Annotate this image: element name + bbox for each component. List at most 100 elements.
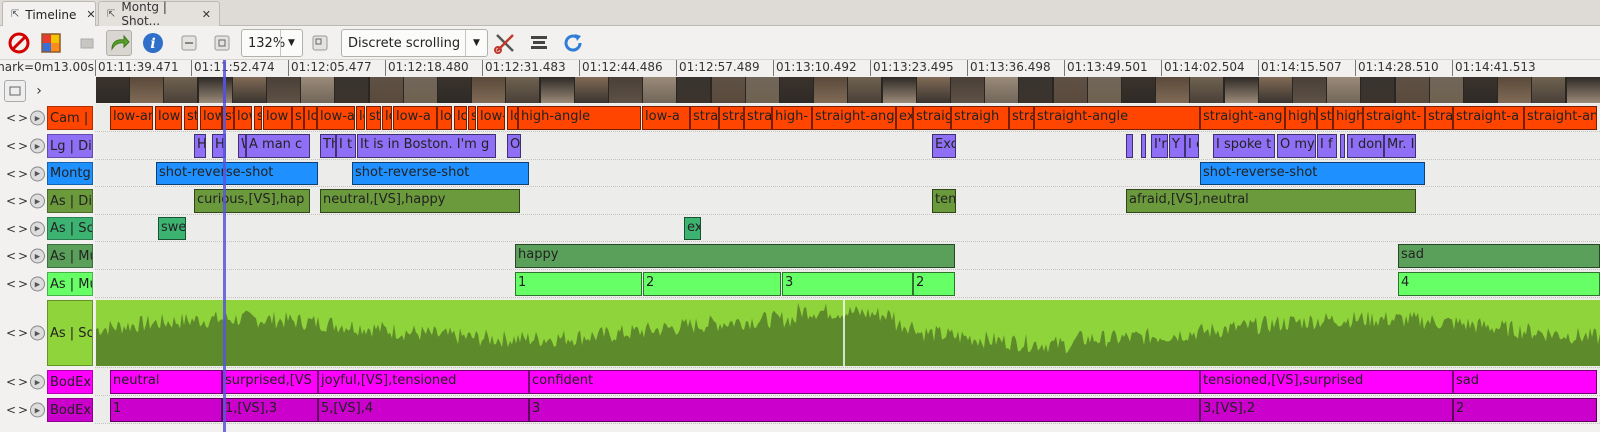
annotation-segment[interactable]: swe — [158, 217, 186, 240]
track-name[interactable]: As | Mu — [47, 244, 93, 268]
video-thumbnail-strip[interactable] — [96, 77, 1600, 103]
annotation-segment[interactable]: 4 — [1398, 272, 1600, 296]
track-name[interactable]: As | Di — [47, 189, 93, 213]
annotation-segment[interactable]: sad — [1453, 370, 1597, 394]
annotation-segment[interactable]: straigh — [951, 106, 1009, 130]
annotation-segment[interactable]: high-angle — [518, 106, 641, 130]
annotation-segment[interactable]: st — [1317, 106, 1333, 130]
track-nav-arrows-icon[interactable]: <> — [6, 249, 30, 263]
close-icon[interactable]: ✕ — [86, 8, 95, 21]
annotation-segment[interactable]: Th — [320, 134, 336, 158]
track-name[interactable]: BodEx — [47, 398, 93, 422]
cut-icon[interactable] — [492, 30, 518, 56]
annotation-segment[interactable]: O — [507, 134, 521, 158]
annotation-segment[interactable]: 1,[VS],3 — [222, 398, 318, 422]
annotation-segment[interactable]: low- — [477, 106, 505, 130]
annotation-segment[interactable]: 3 — [529, 398, 1200, 422]
annotation-segment[interactable]: 2 — [1453, 398, 1597, 422]
annotation-segment[interactable]: ex — [684, 217, 701, 240]
audio-waveform[interactable] — [96, 300, 1600, 366]
color-palette-icon[interactable] — [38, 30, 64, 56]
track-nav-arrows-icon[interactable]: <> — [6, 222, 30, 236]
redo-arrow-icon[interactable] — [106, 30, 132, 56]
scroll-mode-select[interactable]: Discrete scrolling ▼ — [341, 29, 488, 57]
annotation-segment[interactable]: lo — [356, 106, 365, 130]
annotation-segment[interactable]: 5,[VS],4 — [318, 398, 529, 422]
play-icon[interactable]: ▶ — [30, 193, 45, 209]
annotation-segment[interactable] — [1340, 134, 1345, 158]
annotation-segment[interactable]: s — [468, 106, 476, 130]
annotation-segment[interactable]: low-a — [642, 106, 690, 130]
track-name[interactable]: Montg — [47, 162, 93, 185]
annotation-segment[interactable]: high — [1285, 106, 1317, 130]
chevron-down-icon[interactable]: ▼ — [280, 30, 302, 56]
play-icon[interactable]: ▶ — [30, 402, 45, 418]
annotation-segment[interactable]: stra — [1009, 106, 1034, 130]
annotation-segment[interactable]: Y — [1169, 134, 1185, 158]
annotation-segment[interactable]: surprised,[VS — [222, 370, 318, 394]
annotation-segment[interactable]: O my — [1277, 134, 1316, 158]
annotation-segment[interactable]: high — [1333, 106, 1363, 130]
thumbnail-menu-icon[interactable] — [4, 80, 26, 102]
annotation-segment[interactable]: straight-ang — [812, 106, 896, 130]
track-nav-arrows-icon[interactable]: <> — [6, 277, 30, 291]
annotation-segment[interactable]: I f — [1317, 134, 1337, 158]
annotation-segment[interactable] — [1126, 134, 1133, 158]
annotation-segment[interactable]: 1 — [515, 272, 642, 296]
annotation-segment[interactable]: 2 — [913, 272, 955, 296]
tab-montg-shot[interactable]: ⇱ Montg | Shot... ✕ — [98, 0, 220, 28]
tab-timeline[interactable]: ⇱ Timeline ✕ — [2, 1, 96, 27]
annotation-segment[interactable]: straight-an — [1524, 106, 1597, 130]
play-icon[interactable]: ▶ — [30, 110, 45, 126]
annotation-segment[interactable]: ex — [896, 106, 913, 130]
annotation-segment[interactable]: H — [194, 134, 206, 158]
play-icon[interactable]: ▶ — [30, 221, 45, 236]
track-name[interactable]: As | Mu — [47, 272, 93, 296]
annotation-segment[interactable]: 3,[VS],2 — [1200, 398, 1453, 422]
annotation-segment[interactable]: shot-reverse-shot — [1200, 162, 1425, 185]
annotation-segment[interactable]: low- — [155, 106, 182, 130]
annotation-segment[interactable] — [1141, 134, 1146, 158]
annotation-segment[interactable]: straight- — [1363, 106, 1425, 130]
track-nav-arrows-icon[interactable]: <> — [6, 167, 30, 181]
track-name[interactable]: Lg | Di — [47, 134, 93, 158]
annotation-segment[interactable]: confident — [529, 370, 1200, 394]
annotation-segment[interactable]: I c — [1185, 134, 1199, 158]
annotation-segment[interactable]: stra — [744, 106, 772, 130]
expand-icon[interactable] — [209, 30, 235, 56]
annotation-segment[interactable]: happy — [515, 244, 955, 268]
annotation-segment[interactable]: 1 — [110, 398, 222, 422]
annotation-segment[interactable]: 2 — [643, 272, 781, 296]
track-name[interactable]: As | Sc — [47, 217, 93, 240]
annotation-segment[interactable]: st — [184, 106, 198, 130]
annotation-segment[interactable]: I spoke t — [1213, 134, 1275, 158]
collapse-icon[interactable] — [176, 30, 202, 56]
refresh-icon[interactable] — [560, 30, 586, 56]
annotation-segment[interactable]: low-an — [110, 106, 153, 130]
track-nav-arrows-icon[interactable]: <> — [6, 403, 30, 417]
annotation-segment[interactable]: shot-reverse-shot — [156, 162, 318, 185]
annotation-segment[interactable]: I t — [336, 134, 356, 158]
annotation-segment[interactable]: shot-reverse-shot — [352, 162, 529, 185]
annotation-segment[interactable]: Exc — [932, 134, 956, 158]
annotation-segment[interactable]: neutral,[VS],happy — [320, 189, 520, 213]
play-icon[interactable]: ▶ — [30, 276, 45, 292]
annotation-segment[interactable]: straig — [690, 106, 719, 130]
track-nav-arrows-icon[interactable]: <> — [6, 111, 30, 125]
play-icon[interactable]: ▶ — [30, 325, 45, 341]
annotation-segment[interactable]: stra — [1425, 106, 1453, 130]
annotation-segment[interactable]: lo — [437, 106, 452, 130]
annotation-segment[interactable]: low-a — [317, 106, 355, 130]
play-icon[interactable]: ▶ — [30, 248, 45, 264]
annotation-segment[interactable]: low — [234, 106, 252, 130]
track-nav-arrows-icon[interactable]: <> — [6, 375, 30, 389]
annotation-segment[interactable]: A man c — [246, 134, 310, 158]
annotation-segment[interactable]: ten — [932, 189, 956, 213]
fit-icon[interactable] — [307, 30, 333, 56]
annotation-segment[interactable]: Mr. I — [1384, 134, 1416, 158]
annotation-segment[interactable]: 3 — [782, 272, 913, 296]
info-icon[interactable]: i — [140, 30, 166, 56]
chevron-down-icon[interactable]: ▼ — [465, 30, 487, 56]
annotation-segment[interactable]: lo — [454, 106, 467, 130]
detach-icon[interactable]: ⇱ — [11, 9, 19, 20]
